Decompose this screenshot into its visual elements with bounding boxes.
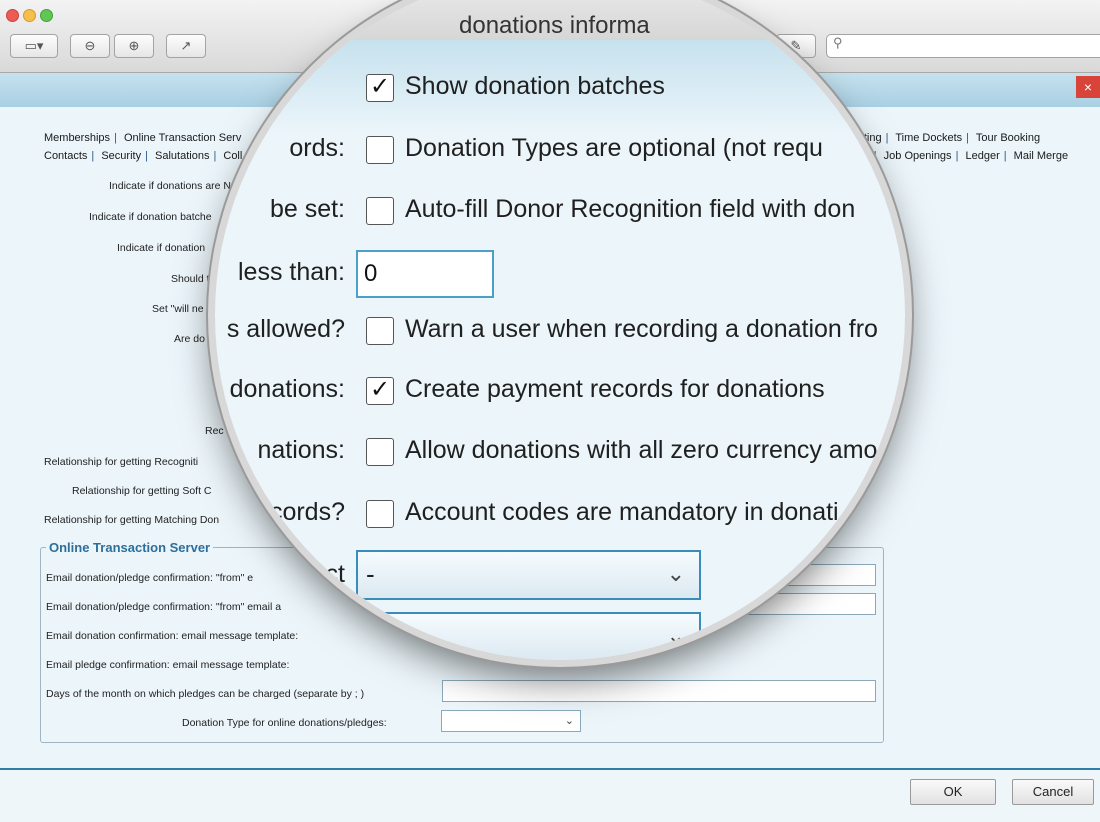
setting-label: be set:	[269, 195, 345, 223]
tab-row-1: Memberships | Online Transaction Serv	[44, 132, 242, 144]
minimize-window-button[interactable]	[23, 9, 36, 22]
close-window-button[interactable]	[6, 9, 19, 22]
sidebar-icon: ▭▾	[24, 38, 44, 53]
form-label: Indicate if donation batche	[89, 211, 212, 223]
allow-zero-currency-checkbox[interactable]	[366, 438, 394, 466]
setting-text: Donation Types are optional (not requ	[405, 134, 823, 162]
charge-days-label: Days of the month on which pledges can b…	[46, 688, 365, 700]
setting-row: act - ⌄	[215, 550, 905, 602]
minimum-amount-input[interactable]: 0	[356, 250, 494, 298]
form-label: Indicate if donations are N	[109, 180, 231, 192]
ok-button[interactable]: OK	[910, 779, 996, 805]
chevron-down-icon: ⌄	[666, 623, 685, 648]
tab-tour-booking[interactable]: Tour Booking	[976, 132, 1040, 144]
tab-row-2: Contacts | Security | Salutations | Coll	[44, 150, 243, 162]
zoom-window-button[interactable]	[40, 9, 53, 22]
sidebar-toggle-button[interactable]: ▭▾	[10, 34, 58, 58]
cancel-button[interactable]: Cancel	[1012, 779, 1094, 805]
setting-row: s allowed? Warn a user when recording a …	[215, 311, 905, 351]
tab-contacts[interactable]: Contacts	[44, 150, 87, 162]
form-label: Relationship for getting Soft C	[72, 485, 212, 497]
setting-label: ords:	[289, 134, 345, 162]
form-label: Relationship for getting Matching Don	[44, 514, 220, 526]
share-icon: ↗	[180, 38, 192, 53]
zoom-in-button[interactable]: ⊕	[114, 34, 154, 58]
setting-label: nations:	[257, 436, 345, 464]
setting-row: ords: Donation Types are optional (not r…	[215, 130, 905, 170]
show-batches-checkbox[interactable]: ✓	[366, 74, 394, 102]
chevron-down-icon: ⌄	[564, 715, 574, 727]
tab-memberships[interactable]: Memberships	[44, 132, 110, 144]
setting-row: be set: Auto-fill Donor Recognition fiel…	[215, 191, 905, 231]
dialog-close-button[interactable]: ×	[1076, 76, 1100, 98]
online-donation-type-select[interactable]: ⌄	[441, 710, 581, 732]
magnified-window-title: donations informa	[459, 12, 650, 39]
form-label: Are do	[174, 333, 205, 345]
setting-row: donations: ✓ Create payment records for …	[215, 371, 905, 411]
types-optional-checkbox[interactable]	[366, 136, 394, 164]
tab-mail-merge[interactable]: Mail Merge	[1014, 150, 1068, 162]
form-label: Should th	[171, 273, 216, 285]
magnified-select-2[interactable]: ⌄	[356, 612, 701, 660]
zoom-in-icon: ⊕	[128, 38, 140, 53]
setting-label: less than:	[237, 258, 345, 286]
form-label: Relationship for getting Recogniti	[44, 456, 199, 468]
chevron-down-icon: ⌄	[666, 561, 685, 586]
setting-text: Warn a user when recording a donation fr…	[405, 315, 878, 343]
share-button[interactable]: ↗	[166, 34, 206, 58]
setting-text: Account codes are mandatory in donati	[405, 498, 839, 526]
setting-text: Show donation batches	[405, 72, 665, 100]
form-label: Indicate if donation	[117, 242, 206, 254]
setting-label: donations:	[229, 375, 345, 403]
setting-row: less than: 0	[215, 246, 905, 302]
setting-row: cords? Account codes are mandatory in do…	[215, 494, 905, 534]
magnified-select[interactable]: - ⌄	[356, 550, 701, 600]
setting-label: s allowed?	[226, 315, 345, 343]
form-label: Set "will ne	[152, 303, 204, 315]
charge-days-input[interactable]	[442, 680, 876, 702]
online-donation-type-label: Donation Type for online donations/pledg…	[182, 717, 387, 729]
tab-time-dockets[interactable]: Time Dockets	[895, 132, 962, 144]
setting-text: Create payment records for donations	[405, 375, 825, 403]
tab-ledger[interactable]: Ledger	[965, 150, 999, 162]
create-payment-records-checkbox[interactable]: ✓	[366, 377, 394, 405]
autofill-recognition-checkbox[interactable]	[366, 197, 394, 225]
setting-row: ✓ Show donation batches	[215, 68, 905, 108]
setting-text: Auto-fill Donor Recognition field with d…	[405, 195, 856, 223]
tab-salutations[interactable]: Salutations	[155, 150, 209, 162]
setting-row: nations: Allow donations with all zero c…	[215, 432, 905, 472]
pledge-template-label: Email pledge confirmation: email message…	[46, 659, 290, 671]
warn-user-checkbox[interactable]	[366, 317, 394, 345]
zoom-out-button[interactable]: ⊖	[70, 34, 110, 58]
magnifier-lens: donations informa ✓ Show donation batche…	[215, 0, 905, 660]
setting-label: act	[311, 560, 345, 588]
setting-label: cords?	[269, 498, 345, 526]
zoom-out-icon: ⊖	[84, 38, 96, 53]
tab-security[interactable]: Security	[101, 150, 141, 162]
setting-text: Allow donations with all zero currency a…	[405, 436, 878, 464]
account-codes-mandatory-checkbox[interactable]	[366, 500, 394, 528]
group-title: Online Transaction Server	[46, 540, 214, 555]
